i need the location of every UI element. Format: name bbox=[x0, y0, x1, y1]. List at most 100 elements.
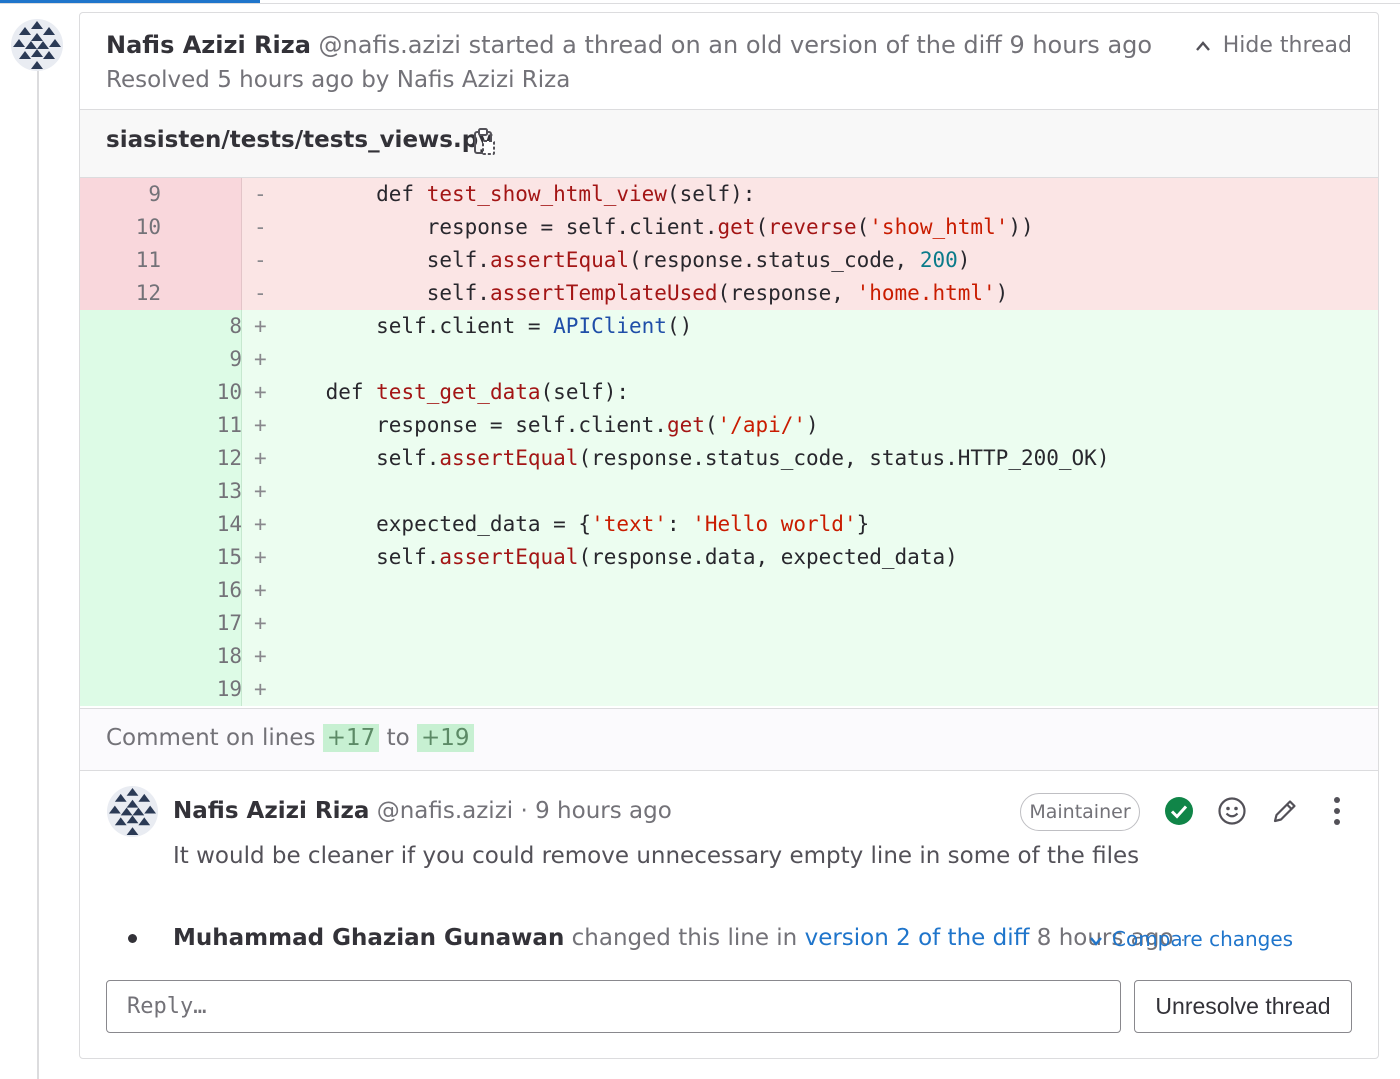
note-author-handle[interactable]: @nafis.azizi bbox=[377, 798, 513, 824]
diff-sign: + bbox=[254, 677, 267, 701]
system-note-bullet bbox=[128, 934, 137, 943]
diff-line-added[interactable]: 16 + bbox=[80, 574, 1378, 607]
new-line-number[interactable]: 8 bbox=[161, 314, 242, 338]
old-line-number[interactable]: 12 bbox=[80, 281, 161, 305]
author-handle[interactable]: @nafis.azizi bbox=[319, 31, 461, 59]
maintainer-badge: Maintainer bbox=[1020, 793, 1140, 831]
diff-version-link[interactable]: version 2 of the diff bbox=[805, 925, 1030, 951]
diff-sign: + bbox=[254, 512, 267, 536]
diff-sign: + bbox=[254, 446, 267, 470]
code-line: self.client = APIClient() bbox=[275, 314, 693, 338]
comment-lines-to-word: to bbox=[386, 725, 410, 751]
code-line: def test_get_data(self): bbox=[275, 380, 630, 404]
diff-table: 9 - def test_show_html_view(self): 10 - … bbox=[80, 178, 1378, 706]
diff-line-added[interactable]: 10 + def test_get_data(self): bbox=[80, 376, 1378, 409]
new-line-number[interactable]: 14 bbox=[161, 512, 242, 536]
new-line-number[interactable]: 18 bbox=[161, 644, 242, 668]
note-author-name[interactable]: Nafis Azizi Riza bbox=[173, 798, 369, 824]
avatar[interactable] bbox=[11, 19, 63, 71]
note-time[interactable]: 9 hours ago bbox=[535, 798, 672, 824]
resolve-check-icon[interactable] bbox=[1164, 796, 1194, 830]
thread-meta: Nafis Azizi Riza @nafis.azizi started a … bbox=[106, 31, 1152, 59]
diff-line-removed[interactable]: 10 - response = self.client.get(reverse(… bbox=[80, 211, 1378, 244]
chevron-down-icon bbox=[1090, 936, 1102, 946]
copy-to-clipboard-icon[interactable] bbox=[472, 127, 496, 161]
note-body: It would be cleaner if you could remove … bbox=[173, 843, 1140, 869]
line-badge-from: +17 bbox=[322, 724, 380, 752]
comment-lines-info: Comment on lines +17 to +19 bbox=[80, 708, 1378, 771]
more-actions-icon[interactable] bbox=[1331, 796, 1343, 830]
comment-lines-prefix: Comment on lines bbox=[106, 725, 316, 751]
system-note-author[interactable]: Muhammad Ghazian Gunawan bbox=[173, 925, 564, 951]
hide-thread-button[interactable]: Hide thread bbox=[1195, 33, 1352, 58]
new-line-number[interactable]: 13 bbox=[161, 479, 242, 503]
top-divider bbox=[0, 3, 1400, 4]
new-line-number[interactable]: 10 bbox=[161, 380, 242, 404]
diff-line-added[interactable]: 11 + response = self.client.get('/api/') bbox=[80, 409, 1378, 442]
diff-line-added[interactable]: 9 + bbox=[80, 343, 1378, 376]
diff-sign: - bbox=[254, 248, 267, 272]
diff-line-added[interactable]: 15 + self.assertEqual(response.data, exp… bbox=[80, 541, 1378, 574]
unresolve-thread-button[interactable]: Unresolve thread bbox=[1134, 980, 1352, 1033]
note-header: Nafis Azizi Riza @nafis.azizi · 9 hours … bbox=[173, 798, 672, 824]
diff-sign: + bbox=[254, 413, 267, 437]
new-line-number[interactable]: 16 bbox=[161, 578, 242, 602]
diff-line-removed[interactable]: 12 - self.assertTemplateUsed(response, '… bbox=[80, 277, 1378, 310]
reply-input[interactable] bbox=[106, 980, 1121, 1033]
thread-time: 9 hours ago bbox=[1009, 31, 1153, 59]
file-path[interactable]: siasisten/tests/tests_views.py bbox=[106, 127, 493, 153]
diff-sign: + bbox=[254, 545, 267, 569]
new-line-number[interactable]: 19 bbox=[161, 677, 242, 701]
compare-changes-button[interactable]: Compare changes bbox=[1088, 927, 1293, 951]
code-line: def test_show_html_view(self): bbox=[275, 182, 756, 206]
discussion-thread: Nafis Azizi Riza @nafis.azizi started a … bbox=[79, 12, 1379, 1059]
diff-line-added[interactable]: 12 + self.assertEqual(response.status_co… bbox=[80, 442, 1378, 475]
emoji-icon[interactable] bbox=[1217, 796, 1247, 830]
system-note: Muhammad Ghazian Gunawan changed this li… bbox=[173, 925, 1185, 951]
file-header: siasisten/tests/tests_views.py bbox=[80, 110, 1378, 178]
code-line: response = self.client.get(reverse('show… bbox=[275, 215, 1034, 239]
diff-sign: - bbox=[254, 281, 267, 305]
diff-sign: + bbox=[254, 611, 267, 635]
diff-line-removed[interactable]: 9 - def test_show_html_view(self): bbox=[80, 178, 1378, 211]
diff-line-added[interactable]: 19 + bbox=[80, 673, 1378, 706]
diff-line-added[interactable]: 17 + bbox=[80, 607, 1378, 640]
compare-changes-label: Compare changes bbox=[1112, 927, 1294, 951]
diff-sign: - bbox=[254, 182, 267, 206]
new-line-number[interactable]: 9 bbox=[161, 347, 242, 371]
thread-header: Nafis Azizi Riza @nafis.azizi started a … bbox=[80, 13, 1378, 110]
author-name[interactable]: Nafis Azizi Riza bbox=[106, 31, 311, 59]
diff-line-added[interactable]: 14 + expected_data = {'text': 'Hello wor… bbox=[80, 508, 1378, 541]
old-line-number[interactable]: 9 bbox=[80, 182, 161, 206]
new-line-number[interactable]: 17 bbox=[161, 611, 242, 635]
resolved-status: Resolved 5 hours ago by Nafis Azizi Riza bbox=[106, 67, 571, 93]
diff-line-removed[interactable]: 11 - self.assertEqual(response.status_co… bbox=[80, 244, 1378, 277]
diff-sign: + bbox=[254, 578, 267, 602]
chevron-up-icon bbox=[1195, 41, 1210, 51]
old-line-number[interactable]: 10 bbox=[80, 215, 161, 239]
diff-line-added[interactable]: 8 + self.client = APIClient() bbox=[80, 310, 1378, 343]
diff-sign: + bbox=[254, 380, 267, 404]
code-line: self.assertTemplateUsed(response, 'home.… bbox=[275, 281, 1009, 305]
diff-line-added[interactable]: 13 + bbox=[80, 475, 1378, 508]
edit-pencil-icon[interactable] bbox=[1271, 797, 1299, 829]
code-line: response = self.client.get('/api/') bbox=[275, 413, 819, 437]
code-line: self.assertEqual(response.status_code, s… bbox=[275, 446, 1110, 470]
timeline-line bbox=[37, 70, 39, 1079]
diff-sign: + bbox=[254, 644, 267, 668]
code-line: self.assertEqual(response.status_code, 2… bbox=[275, 248, 971, 272]
diff-sign: + bbox=[254, 347, 267, 371]
note-separator: · bbox=[520, 798, 528, 824]
diff-sign: + bbox=[254, 314, 267, 338]
diff-sign: - bbox=[254, 215, 267, 239]
old-line-number[interactable]: 11 bbox=[80, 248, 161, 272]
line-badge-to: +19 bbox=[417, 724, 474, 752]
code-line: self.assertEqual(response.data, expected… bbox=[275, 545, 958, 569]
new-line-number[interactable]: 11 bbox=[161, 413, 242, 437]
diff-sign: + bbox=[254, 479, 267, 503]
new-line-number[interactable]: 12 bbox=[161, 446, 242, 470]
avatar[interactable] bbox=[107, 786, 158, 837]
new-line-number[interactable]: 15 bbox=[161, 545, 242, 569]
diff-line-added[interactable]: 18 + bbox=[80, 640, 1378, 673]
hide-thread-label: Hide thread bbox=[1222, 33, 1352, 58]
